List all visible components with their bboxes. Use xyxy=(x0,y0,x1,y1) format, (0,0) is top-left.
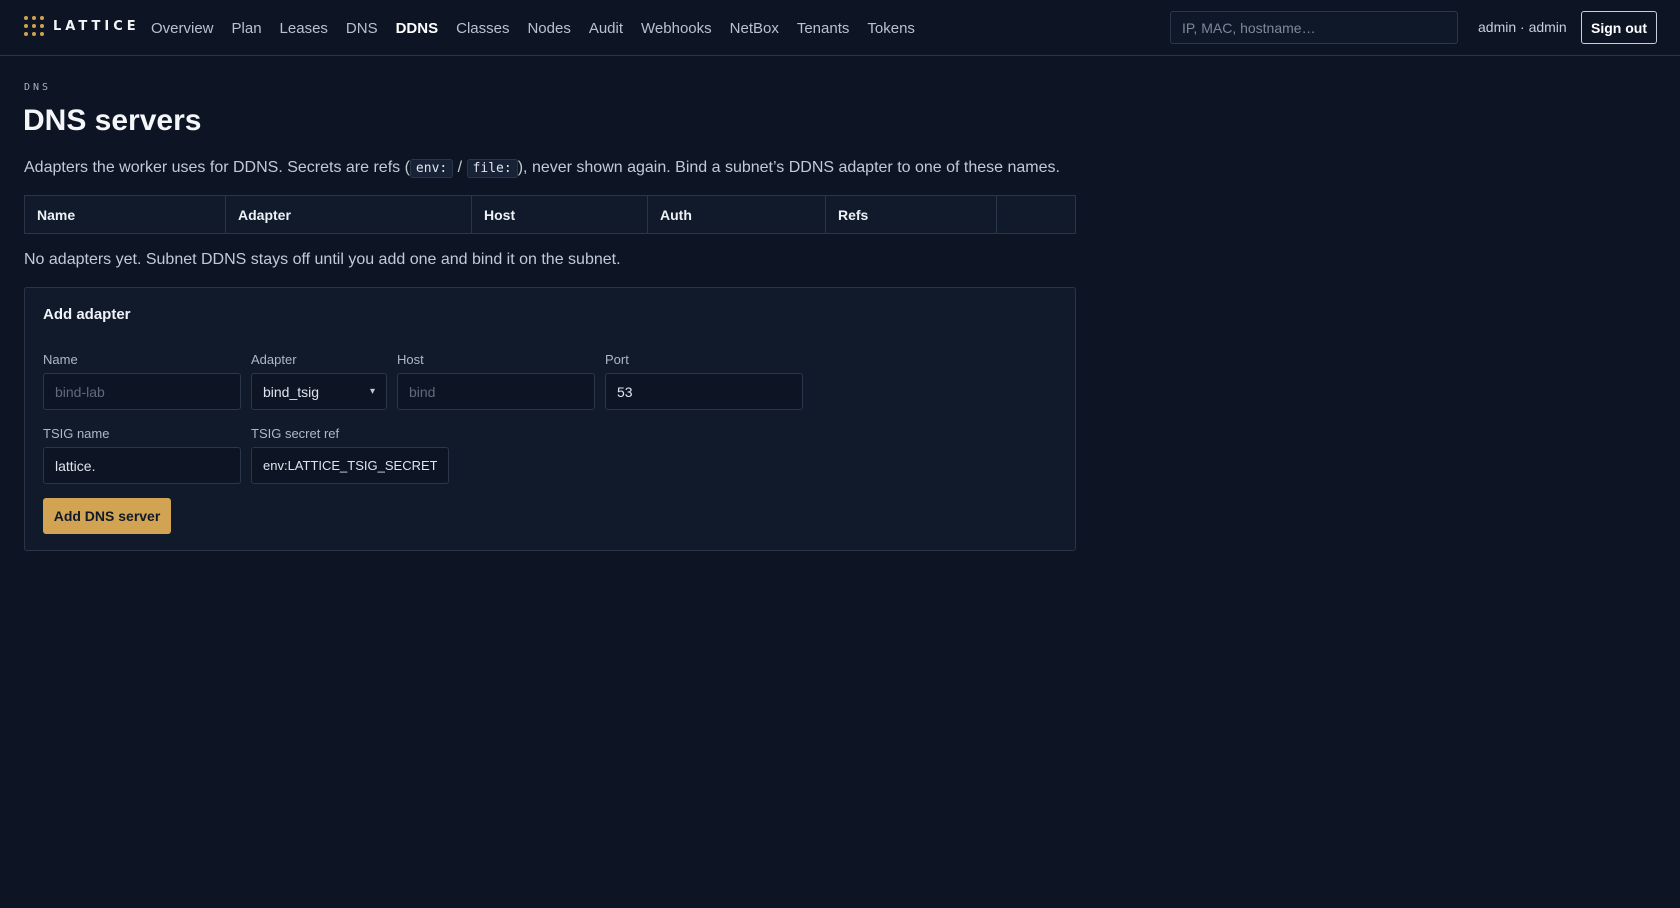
page-title: DNS servers xyxy=(23,104,202,137)
nav-dns[interactable]: DNS xyxy=(346,20,378,37)
nav-leases[interactable]: Leases xyxy=(280,20,328,37)
nav-classes[interactable]: Classes xyxy=(456,20,509,37)
adapter-label: Adapter xyxy=(251,352,297,367)
name-input[interactable] xyxy=(43,373,241,410)
tsig-secret-label: TSIG secret ref xyxy=(251,426,340,441)
host-input[interactable] xyxy=(397,373,595,410)
tsig-name-label: TSIG name xyxy=(43,426,110,441)
file-ref-code: file: xyxy=(466,159,518,178)
nav-webhooks[interactable]: Webhooks xyxy=(641,20,712,37)
column-adapter: Adapter xyxy=(225,195,472,234)
empty-state-text: No adapters yet. Subnet DDNS stays off u… xyxy=(24,251,621,268)
app-logo[interactable]: LATTICE xyxy=(24,16,140,36)
top-bar: LATTICE Overview Plan Leases DNS DDNS Cl… xyxy=(0,0,1680,56)
intro-separator: / xyxy=(453,159,467,176)
adapter-selected-value: bind_tsig xyxy=(263,383,320,400)
current-user: admin · admin xyxy=(1478,19,1567,35)
column-actions xyxy=(996,195,1076,234)
main-nav: Overview Plan Leases DNS DDNS Classes No… xyxy=(151,18,933,38)
tsig-secret-input[interactable] xyxy=(251,447,449,484)
nav-tokens[interactable]: Tokens xyxy=(867,20,915,37)
column-refs: Refs xyxy=(825,195,997,234)
grid-dots-icon xyxy=(24,16,44,36)
add-dns-server-button[interactable]: Add DNS server xyxy=(43,498,171,534)
column-name: Name xyxy=(24,195,226,234)
nav-netbox[interactable]: NetBox xyxy=(730,20,779,37)
chevron-down-icon: ▾ xyxy=(369,386,375,397)
nav-ddns[interactable]: DDNS xyxy=(396,20,439,37)
nav-plan[interactable]: Plan xyxy=(232,20,262,37)
global-search-input[interactable] xyxy=(1170,11,1458,44)
app-name: LATTICE xyxy=(53,18,140,34)
name-label: Name xyxy=(43,352,78,367)
column-auth: Auth xyxy=(647,195,826,234)
intro-text-start: Adapters the worker uses for DDNS. Secre… xyxy=(24,159,410,176)
table-header-row: Name Adapter Host Auth Refs xyxy=(24,195,1076,234)
tsig-name-input[interactable] xyxy=(43,447,241,484)
breadcrumb: DNS xyxy=(24,82,52,93)
env-ref-code: env: xyxy=(409,159,454,178)
nav-audit[interactable]: Audit xyxy=(589,20,623,37)
sign-out-button[interactable]: Sign out xyxy=(1581,11,1657,44)
form-title: Add adapter xyxy=(43,306,131,323)
adapter-select[interactable]: bind_tsig ▾ xyxy=(251,373,387,410)
port-input[interactable] xyxy=(605,373,803,410)
nav-nodes[interactable]: Nodes xyxy=(527,20,570,37)
nav-tenants[interactable]: Tenants xyxy=(797,20,850,37)
dns-servers-table: Name Adapter Host Auth Refs xyxy=(24,195,1076,234)
intro-text-end: ), never shown again. Bind a subnet’s DD… xyxy=(517,159,1060,176)
host-label: Host xyxy=(397,352,424,367)
column-host: Host xyxy=(471,195,648,234)
page-intro: Adapters the worker uses for DDNS. Secre… xyxy=(24,159,1060,178)
add-adapter-form: Add adapter Name Adapter bind_tsig ▾ Hos… xyxy=(24,287,1076,551)
port-label: Port xyxy=(605,352,629,367)
nav-overview[interactable]: Overview xyxy=(151,20,214,37)
